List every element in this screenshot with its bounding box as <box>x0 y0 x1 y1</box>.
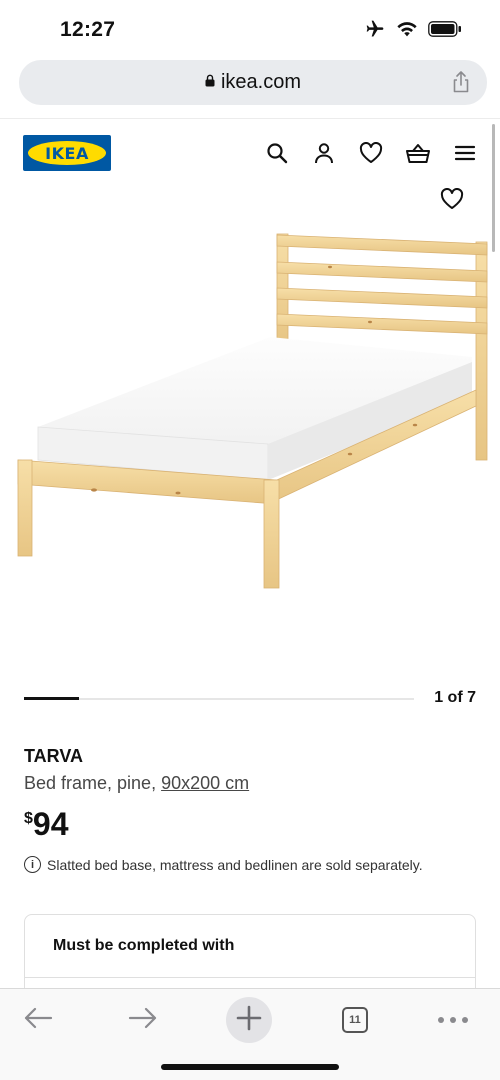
url-text: ikea.com <box>220 71 302 93</box>
arrow-right-icon <box>128 1006 158 1035</box>
page-scrollbar[interactable] <box>492 124 495 252</box>
status-icons <box>364 19 462 44</box>
price-value: 94 <box>32 806 69 842</box>
image-counter: 1 of 7 <box>434 689 476 706</box>
back-button[interactable] <box>15 997 61 1043</box>
completion-card-title: Must be completed with <box>53 937 235 954</box>
forward-button[interactable] <box>120 997 166 1043</box>
share-icon[interactable] <box>451 70 471 99</box>
plus-icon <box>235 1004 263 1037</box>
logo-oval: IKEA <box>28 141 106 165</box>
browser-divider <box>0 118 500 119</box>
status-time: 12:27 <box>60 18 116 41</box>
ikea-logo[interactable]: IKEA <box>23 135 111 171</box>
search-icon[interactable] <box>264 140 290 166</box>
product-size-link[interactable]: 90x200 cm <box>161 773 249 793</box>
more-button[interactable] <box>430 997 476 1043</box>
user-icon[interactable] <box>311 140 337 166</box>
product-description: Bed frame, pine, 90x200 cm <box>24 773 249 794</box>
menu-icon[interactable] <box>452 140 478 166</box>
lock-icon <box>205 74 215 92</box>
url-display[interactable]: ikea.com <box>19 60 487 105</box>
tabs-button[interactable]: 11 <box>332 997 378 1043</box>
product-notice: i Slatted bed base, mattress and bedline… <box>24 856 423 873</box>
image-carousel-progress[interactable] <box>24 697 414 700</box>
favourite-heart-icon[interactable] <box>440 187 466 214</box>
notice-text: Slatted bed base, mattress and bedlinen … <box>47 856 423 873</box>
tabs-count: 11 <box>342 1007 368 1033</box>
price-currency: $ <box>24 810 33 827</box>
carousel-progress-fill <box>24 697 79 700</box>
info-icon: i <box>24 856 41 873</box>
airplane-icon <box>364 19 386 44</box>
new-tab-button[interactable] <box>226 997 272 1043</box>
home-indicator[interactable] <box>161 1064 339 1070</box>
product-image[interactable] <box>10 222 492 602</box>
heart-icon[interactable] <box>358 140 384 166</box>
product-name: TARVA <box>24 746 84 766</box>
logo-text: IKEA <box>45 143 89 163</box>
product-price: $ 94 <box>24 806 69 842</box>
address-bar[interactable]: ikea.com <box>19 60 487 105</box>
basket-icon[interactable] <box>405 140 431 166</box>
arrow-left-icon <box>23 1006 53 1035</box>
card-divider <box>25 977 475 978</box>
bed-illustration <box>17 233 488 589</box>
product-description-text: Bed frame, pine, <box>24 773 162 793</box>
battery-icon <box>428 21 462 42</box>
status-bar: 12:27 <box>0 0 500 60</box>
header-icons <box>264 140 478 166</box>
ellipsis-icon <box>437 1011 469 1029</box>
wifi-icon <box>396 20 418 43</box>
